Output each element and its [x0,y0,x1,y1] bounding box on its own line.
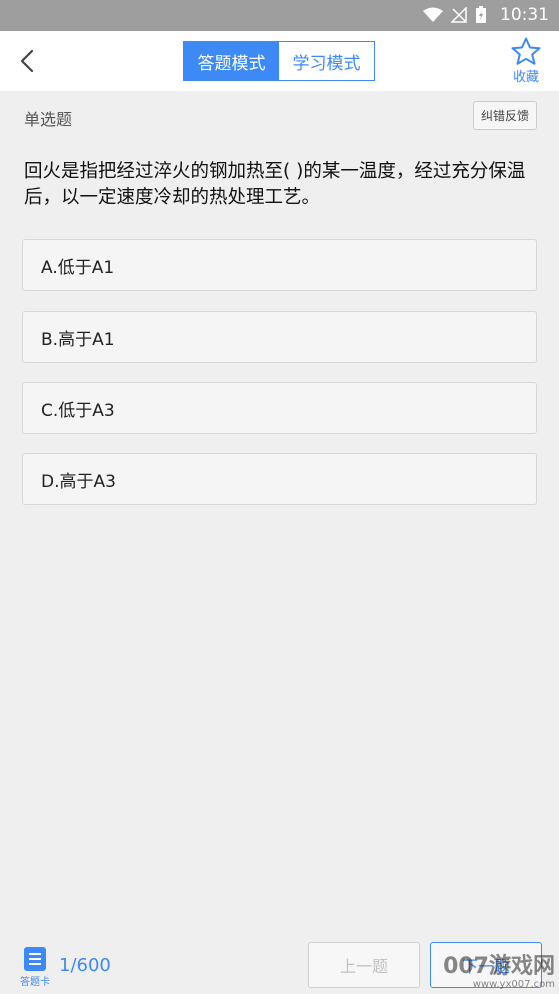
header: 答题模式 学习模式 收藏 [0,31,559,91]
watermark: 007游戏网 www.yx007.com [425,954,555,991]
option-c[interactable]: C.低于A3 [22,382,537,434]
star-icon [511,37,541,65]
watermark-url: www.yx007.com [472,979,555,990]
status-bar: 10:31 [0,0,559,31]
back-button[interactable] [12,45,42,77]
watermark-text: 007游戏网 [443,954,555,979]
status-time: 10:31 [500,5,549,25]
signal-icon [451,7,467,23]
chevron-left-icon [20,49,34,73]
favorite-label: 收藏 [512,70,539,85]
favorite-button[interactable]: 收藏 [511,37,541,85]
option-d[interactable]: D.高于A3 [22,453,537,505]
prev-question-button[interactable]: 上一题 [308,942,420,988]
tab-answer-mode[interactable]: 答题模式 [184,42,279,80]
status-icons [423,6,487,24]
mode-switch: 答题模式 学习模式 [183,41,375,81]
tab-study-mode[interactable]: 学习模式 [279,42,374,80]
question-type-label: 单选题 [24,110,73,129]
option-b[interactable]: B.高于A1 [22,311,537,363]
option-a[interactable]: A.低于A1 [22,239,537,291]
footer: 答题卡 1/600 上一题 下一题 007游戏网 www.yx007.com [0,935,559,994]
question-progress: 1/600 [59,955,111,976]
question-text: 回火是指把经过淬火的钢加热至( )的某一温度，经过充分保温后，以一定速度冷却的热… [24,161,526,208]
wifi-icon [423,7,443,22]
answer-card-button[interactable]: 答题卡 [14,947,56,988]
battery-icon [476,6,486,23]
answer-card-icon [24,947,46,971]
answer-card-label: 答题卡 [20,977,50,988]
report-error-button[interactable]: 纠错反馈 [472,101,537,130]
